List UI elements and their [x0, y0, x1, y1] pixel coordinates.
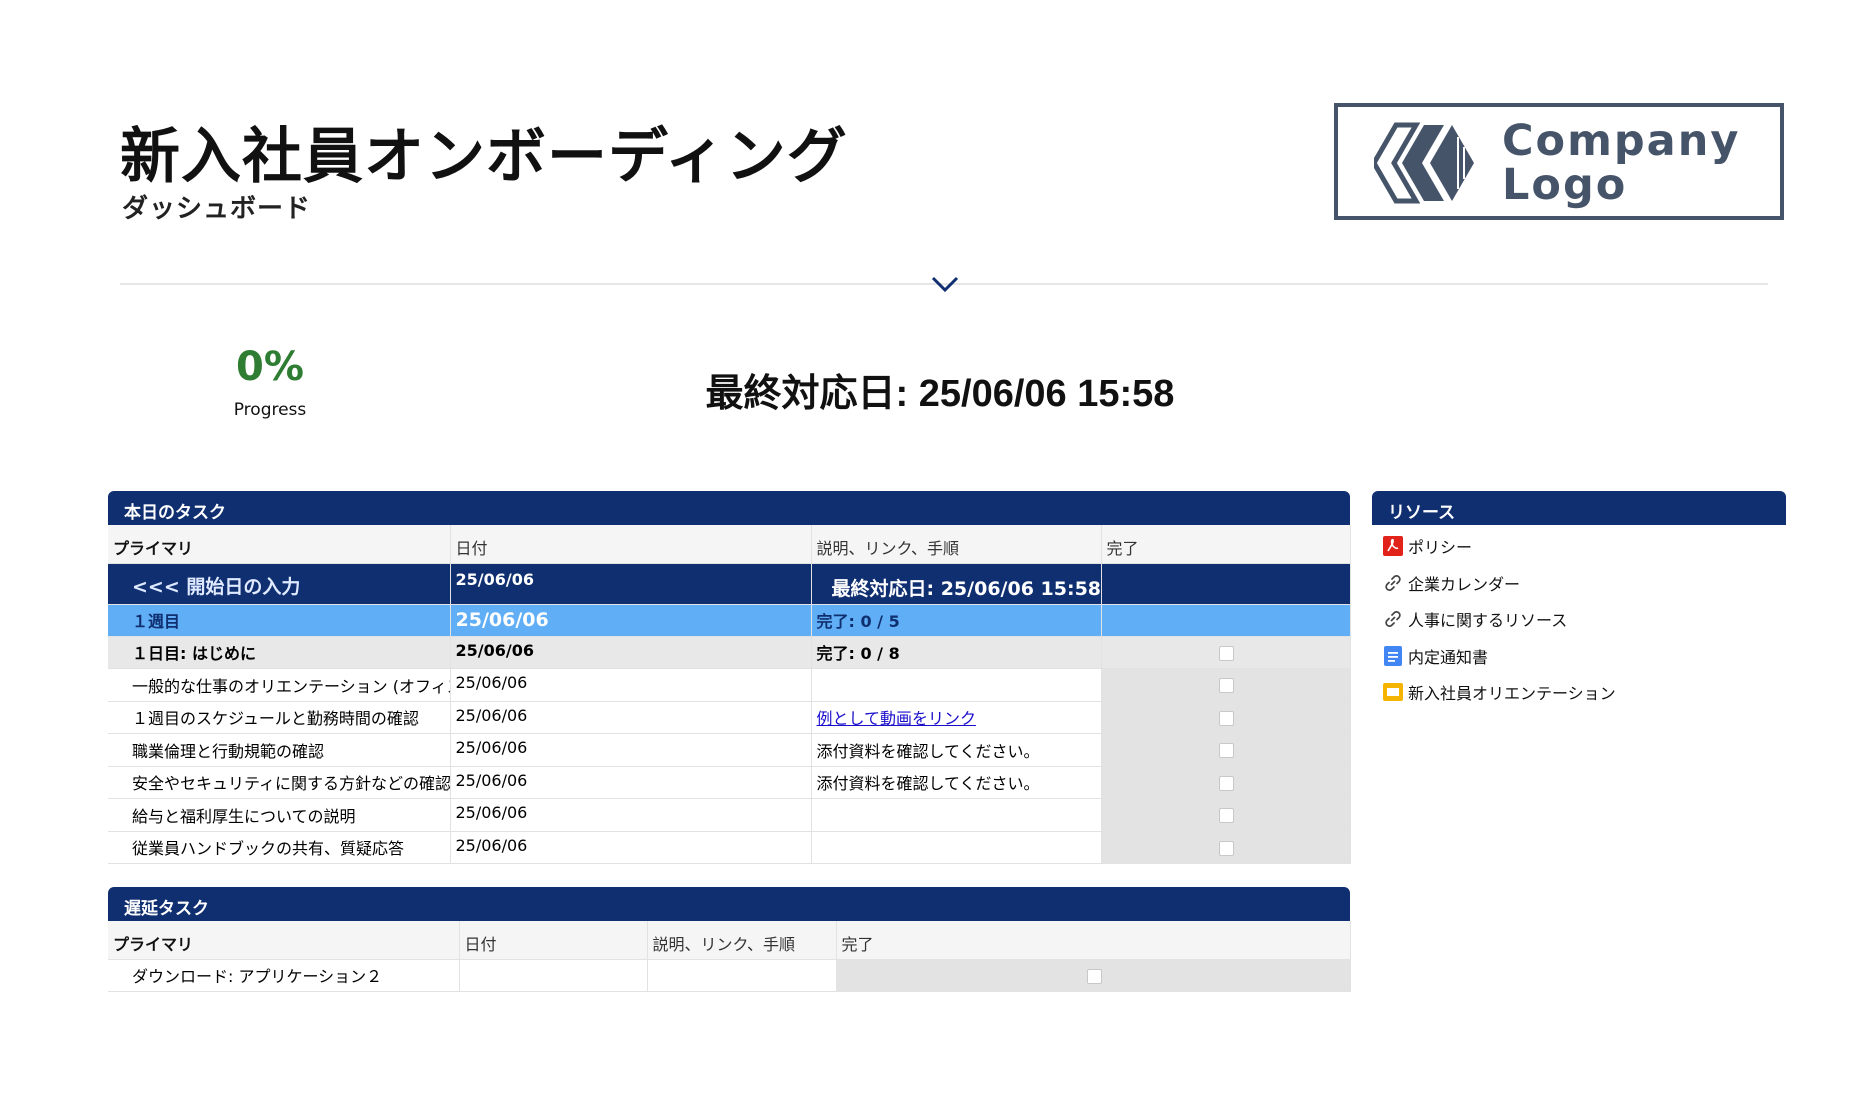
task-primary[interactable]: 給与と福利厚生についての説明 [108, 798, 451, 832]
resources-header: リソース [1372, 491, 1786, 525]
column-header-done: 完了 [836, 921, 1351, 960]
link-icon [1382, 572, 1404, 594]
day-done [1101, 636, 1351, 669]
task-description: 添付資料を確認してください。 [811, 766, 1102, 799]
start-date-row: <<< 開始日の入力 25/06/06 最終対応日: 25/06/06 15:5… [108, 563, 1351, 605]
task-done [1101, 831, 1351, 864]
task-checkbox[interactable] [1219, 710, 1234, 726]
today-tasks-table: プライマリ 日付 説明、リンク、手順 完了 <<< 開始日の入力 25/06/0… [108, 525, 1351, 864]
resource-item-calendar[interactable]: 企業カレンダー [1382, 565, 1616, 602]
column-header-date: 日付 [450, 525, 812, 564]
resource-label: 新入社員オリエンテーション [1408, 684, 1616, 704]
task-date [459, 959, 648, 992]
week-done [1101, 604, 1351, 637]
task-description [647, 959, 837, 992]
link-icon [1382, 608, 1404, 630]
task-done [1101, 701, 1351, 734]
chevron-down-icon[interactable] [930, 272, 960, 296]
table-header-row: プライマリ 日付 説明、リンク、手順 完了 [108, 921, 1351, 960]
task-description: 例として動画をリンク [811, 701, 1102, 734]
task-checkbox[interactable] [1219, 678, 1234, 694]
slides-icon [1382, 681, 1404, 703]
task-checkbox[interactable] [1219, 840, 1234, 856]
task-date: 25/06/06 [450, 668, 812, 702]
resource-item-orientation[interactable]: 新入社員オリエンテーション [1382, 674, 1616, 711]
day-checkbox[interactable] [1219, 645, 1234, 661]
progress-label: Progress [233, 400, 307, 420]
task-done [1101, 766, 1351, 799]
column-header-description: 説明、リンク、手順 [647, 921, 837, 960]
day-date: 25/06/06 [450, 636, 812, 669]
docs-icon [1382, 645, 1404, 667]
task-checkbox[interactable] [1219, 808, 1234, 824]
table-row: １週目のスケジュールと勤務時間の確認 25/06/06 例として動画をリンク [108, 701, 1351, 734]
task-primary[interactable]: 従業員ハンドブックの共有、質疑応答 [108, 831, 451, 864]
table-row: 従業員ハンドブックの共有、質疑応答 25/06/06 [108, 831, 1351, 864]
week-progress: 完了: 0 / 5 [811, 604, 1102, 637]
resource-item-hr[interactable]: 人事に関するリソース [1382, 601, 1616, 638]
column-header-primary: プライマリ [108, 525, 451, 564]
start-row-done [1101, 563, 1351, 605]
task-description [811, 831, 1102, 864]
table-row: 一般的な仕事のオリエンテーション (オフィスツアー 25/06/06 [108, 668, 1351, 702]
table-row: 職業倫理と行動規範の確認 25/06/06 添付資料を確認してください。 [108, 733, 1351, 767]
table-row: ダウンロード: アプリケーション２ [108, 959, 1351, 992]
delayed-tasks-table: プライマリ 日付 説明、リンク、手順 完了 ダウンロード: アプリケーション２ [108, 921, 1351, 992]
resource-label: 企業カレンダー [1408, 574, 1521, 594]
resource-label: 人事に関するリソース [1408, 611, 1568, 631]
task-done [1101, 733, 1351, 767]
start-date-prompt[interactable]: <<< 開始日の入力 [108, 563, 451, 605]
task-primary[interactable]: 安全やセキュリティに関する方針などの確認 [108, 766, 451, 799]
company-logo: Company Logo [1334, 103, 1784, 220]
task-done [1101, 668, 1351, 702]
week-row: １週目 25/06/06 完了: 0 / 5 [108, 604, 1351, 637]
task-primary[interactable]: 職業倫理と行動規範の確認 [108, 733, 451, 767]
table-row: 給与と福利厚生についての説明 25/06/06 [108, 798, 1351, 832]
task-description [811, 798, 1102, 832]
progress-value: 0% [236, 344, 304, 390]
task-checkbox[interactable] [1086, 968, 1102, 984]
task-primary[interactable]: ダウンロード: アプリケーション２ [108, 959, 460, 992]
task-done [836, 959, 1351, 992]
resources-list: ポリシー 企業カレンダー 人事に関するリソース 内定通知書 新入社員オリエンテー… [1382, 528, 1616, 711]
task-date: 25/06/06 [450, 733, 812, 767]
page-title: 新入社員オンボーディング [120, 122, 848, 192]
today-tasks-header: 本日のタスク [108, 491, 1350, 525]
resource-item-policy[interactable]: ポリシー [1382, 528, 1616, 565]
logo-text: Company Logo [1502, 116, 1741, 210]
start-date-value[interactable]: 25/06/06 [450, 563, 812, 605]
start-row-last-update: 最終対応日: 25/06/06 15:58 [811, 563, 1102, 605]
task-checkbox[interactable] [1219, 775, 1234, 791]
day-progress: 完了: 0 / 8 [811, 636, 1102, 669]
week-date: 25/06/06 [450, 604, 812, 637]
column-header-description: 説明、リンク、手順 [811, 525, 1102, 564]
column-header-done: 完了 [1101, 525, 1351, 564]
column-header-primary: プライマリ [108, 921, 460, 960]
table-header-row: プライマリ 日付 説明、リンク、手順 完了 [108, 525, 1351, 564]
task-primary[interactable]: 一般的な仕事のオリエンテーション (オフィスツアー [108, 668, 451, 702]
logo-mark-icon [1374, 122, 1474, 204]
resource-item-offer-letter[interactable]: 内定通知書 [1382, 638, 1616, 675]
last-update-heading: 最終対応日: 25/06/06 15:58 [705, 373, 1175, 415]
task-description [811, 668, 1102, 702]
task-date: 25/06/06 [450, 831, 812, 864]
task-done [1101, 798, 1351, 832]
task-date: 25/06/06 [450, 766, 812, 799]
pdf-icon [1382, 535, 1404, 557]
delayed-tasks-header: 遅延タスク [108, 887, 1350, 921]
day-row: １日目: はじめに 25/06/06 完了: 0 / 8 [108, 636, 1351, 669]
week-label: １週目 [108, 604, 451, 637]
task-date: 25/06/06 [450, 798, 812, 832]
table-row: 安全やセキュリティに関する方針などの確認 25/06/06 添付資料を確認してく… [108, 766, 1351, 799]
day-label: １日目: はじめに [108, 636, 451, 669]
task-description: 添付資料を確認してください。 [811, 733, 1102, 767]
resource-label: 内定通知書 [1408, 647, 1489, 667]
column-header-date: 日付 [459, 921, 648, 960]
resource-label: ポリシー [1408, 538, 1473, 558]
video-link[interactable]: 例として動画をリンク [817, 709, 977, 728]
page-subtitle: ダッシュボード [122, 194, 312, 224]
task-checkbox[interactable] [1219, 743, 1234, 759]
task-date: 25/06/06 [450, 701, 812, 734]
task-primary[interactable]: １週目のスケジュールと勤務時間の確認 [108, 701, 451, 734]
